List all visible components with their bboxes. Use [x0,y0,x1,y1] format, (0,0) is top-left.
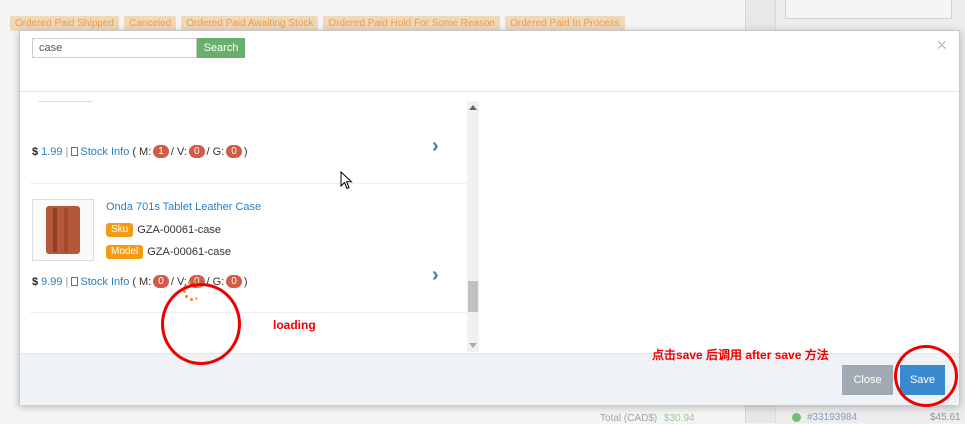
stock-g-badge: 0 [226,145,242,158]
building-icon [71,147,79,156]
close-icon[interactable]: × [936,35,947,55]
chevron-right-icon[interactable]: › [432,264,439,287]
price-value: 1.99 [41,145,63,158]
stock-close-paren: ) [243,275,248,288]
stock-info-label: Stock Info [80,145,130,158]
price-value: 9.99 [41,275,63,288]
mouse-cursor-icon [340,171,353,190]
stock-info-label: Stock Info [80,275,130,288]
annotation-loading-text: loading [273,318,316,332]
annotation-circle-loading [161,283,241,365]
building-icon [71,277,79,286]
search-input[interactable] [32,38,197,58]
sku-value: GZA-00061-case [137,224,221,236]
separator: | [65,145,69,158]
stock-g-label: / G: [206,145,225,158]
dollar-sign: $ [32,275,39,288]
divider [30,312,470,313]
divider [38,101,93,102]
stock-m-label: ( M: [132,145,152,158]
annotation-circle-save [894,345,958,407]
model-row: Model GZA-00061-case [106,245,231,259]
stock-v-label: / V: [170,145,187,158]
product-thumbnail[interactable] [32,199,94,261]
scroll-up-arrow-icon[interactable] [469,105,477,110]
stock-m-badge: 1 [153,145,169,158]
sku-row: Sku GZA-00061-case [106,223,221,237]
model-tag: Model [106,245,144,259]
divider [30,183,470,184]
stock-m-label: ( M: [132,275,152,288]
sku-tag: Sku [106,223,134,237]
modal-header: Search × [20,31,959,92]
model-value: GZA-00061-case [147,246,232,258]
close-button[interactable]: Close [842,365,893,395]
product-list: $ 1.99 | Stock Info ( M: 1 / V: 0 / G: 0… [30,101,478,352]
leather-case-image [46,206,80,254]
price-row: $ 1.99 | Stock Info ( M: 1 / V: 0 / G: 0… [32,145,247,158]
stock-v-badge: 0 [188,145,205,158]
search-button[interactable]: Search [197,38,245,58]
product-name-link[interactable]: Onda 701s Tablet Leather Case [106,201,261,213]
stock-g-badge: 0 [226,275,242,288]
scroll-down-arrow-icon[interactable] [469,343,477,348]
chevron-right-icon[interactable]: › [432,135,439,158]
stock-info-link[interactable]: Stock Info [71,276,129,288]
stock-m-badge: 0 [153,275,169,288]
dollar-sign: $ [32,145,39,158]
stock-close-paren: ) [243,145,248,158]
stock-info-link[interactable]: Stock Info [71,146,129,158]
annotation-save-text: 点击save 后调用 after save 方法 [652,348,829,362]
separator: | [65,275,69,288]
scrollbar-thumb[interactable] [468,281,478,312]
list-scrollbar[interactable] [467,101,479,352]
